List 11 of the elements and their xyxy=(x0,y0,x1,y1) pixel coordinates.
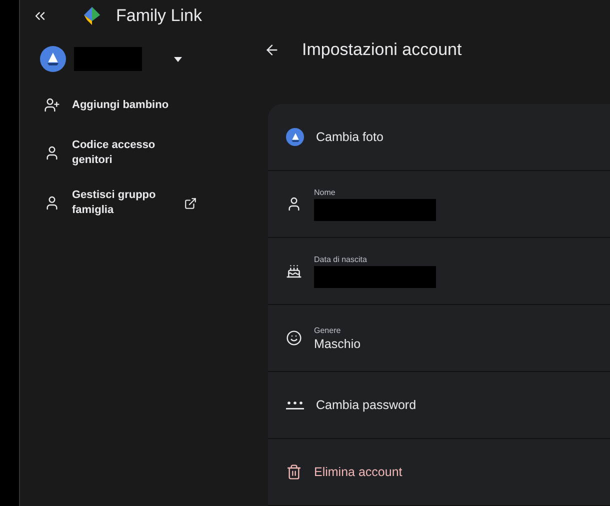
settings-row[interactable]: Elimina account xyxy=(268,439,610,506)
settings-row[interactable]: Data di nascita xyxy=(268,238,610,305)
app-title: Family Link xyxy=(116,6,202,26)
page-title: Impostazioni account xyxy=(302,40,462,60)
settings-row[interactable]: Genere Maschio xyxy=(268,305,610,372)
settings-row[interactable]: Cambia foto xyxy=(268,104,610,171)
sidebar-item[interactable]: Codice accesso genitori xyxy=(20,132,224,174)
settings-row[interactable]: Nome xyxy=(268,171,610,238)
sidebar-item[interactable]: Aggiungi bambino xyxy=(20,86,224,124)
sidebar-item[interactable]: Gestisci gruppo famiglia xyxy=(20,182,224,224)
settings-row[interactable]: Cambia password xyxy=(268,372,610,439)
